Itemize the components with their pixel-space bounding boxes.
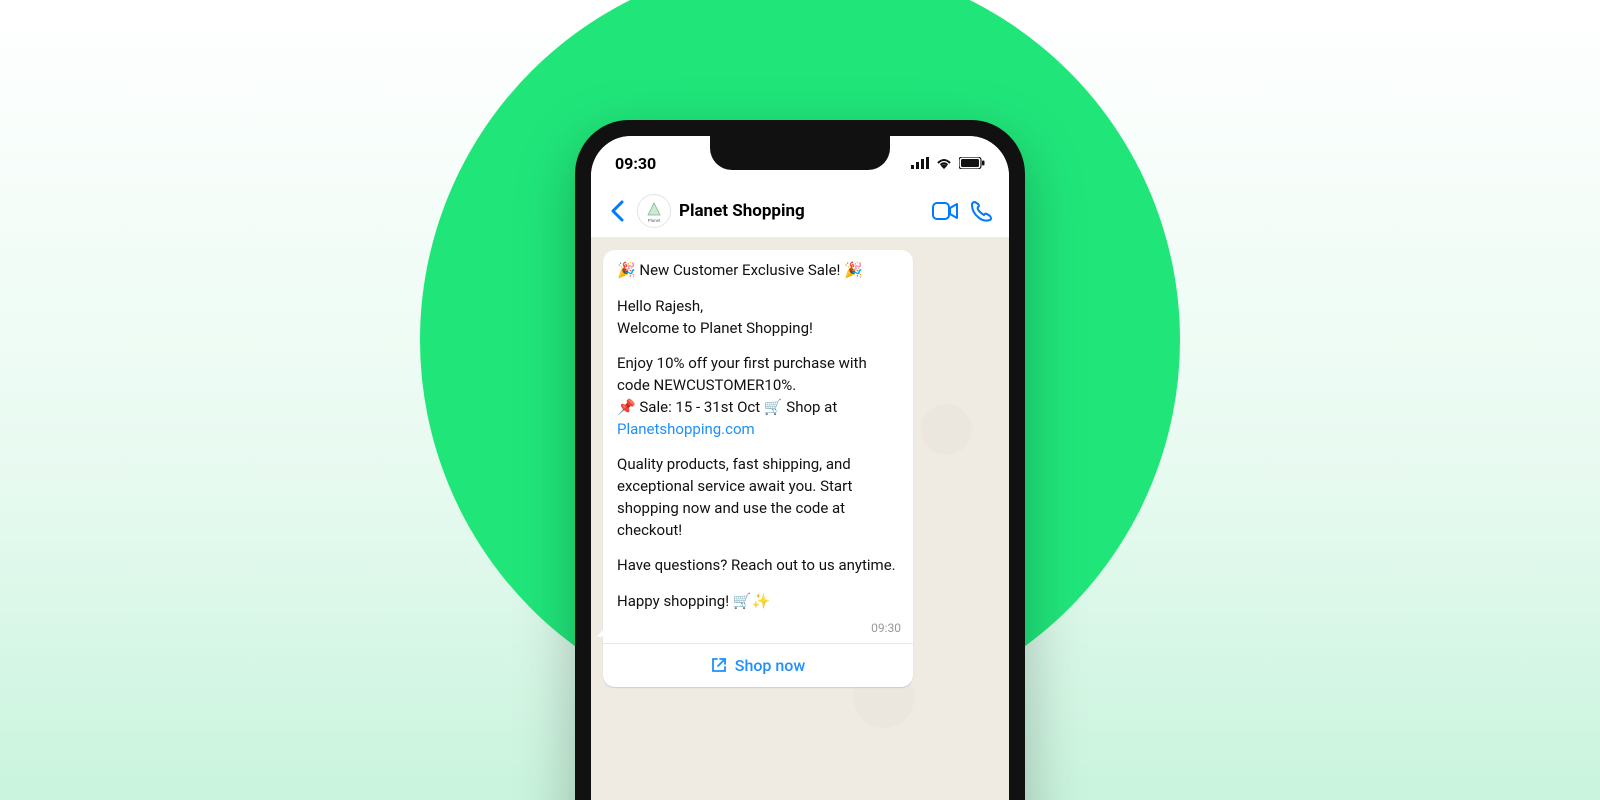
wifi-icon: [935, 157, 953, 169]
message-greeting-1: Hello Rajesh,: [617, 296, 899, 318]
back-button[interactable]: [605, 199, 629, 223]
message-offer-2: 📌 Sale: 15 - 31st Oct 🛒 Shop at Planetsh…: [617, 397, 899, 441]
cellular-icon: [911, 157, 929, 169]
incoming-message: 🎉 New Customer Exclusive Sale! 🎉 Hello R…: [603, 250, 913, 687]
voice-call-button[interactable]: [967, 197, 995, 225]
message-body-1: Quality products, fast shipping, and exc…: [617, 454, 899, 541]
battery-icon: [959, 157, 985, 169]
message-timestamp: 09:30: [603, 621, 913, 643]
message-greeting-2: Welcome to Planet Shopping!: [617, 318, 899, 340]
contact-name[interactable]: Planet Shopping: [679, 201, 923, 221]
phone-frame: 09:30: [575, 120, 1025, 800]
message-body-2: Have questions? Reach out to us anytime.: [617, 555, 899, 577]
external-link-icon: [711, 657, 727, 673]
shop-now-button[interactable]: Shop now: [603, 643, 913, 687]
svg-text:Planet: Planet: [648, 218, 662, 223]
status-bar: 09:30: [591, 136, 1009, 184]
chat-area[interactable]: 🎉 New Customer Exclusive Sale! 🎉 Hello R…: [591, 238, 1009, 800]
message-offer-1: Enjoy 10% off your first purchase with c…: [617, 353, 899, 397]
video-call-button[interactable]: [931, 197, 959, 225]
shop-link[interactable]: Planetshopping.com: [617, 420, 755, 438]
message-signoff: Happy shopping! 🛒✨: [617, 591, 899, 613]
contact-avatar[interactable]: Planet: [637, 194, 671, 228]
status-time: 09:30: [615, 154, 656, 173]
phone-screen: 09:30: [591, 136, 1009, 800]
chat-header: Planet Planet Shopping: [591, 184, 1009, 238]
message-headline: 🎉 New Customer Exclusive Sale! 🎉: [617, 260, 899, 282]
cta-label: Shop now: [735, 656, 805, 675]
